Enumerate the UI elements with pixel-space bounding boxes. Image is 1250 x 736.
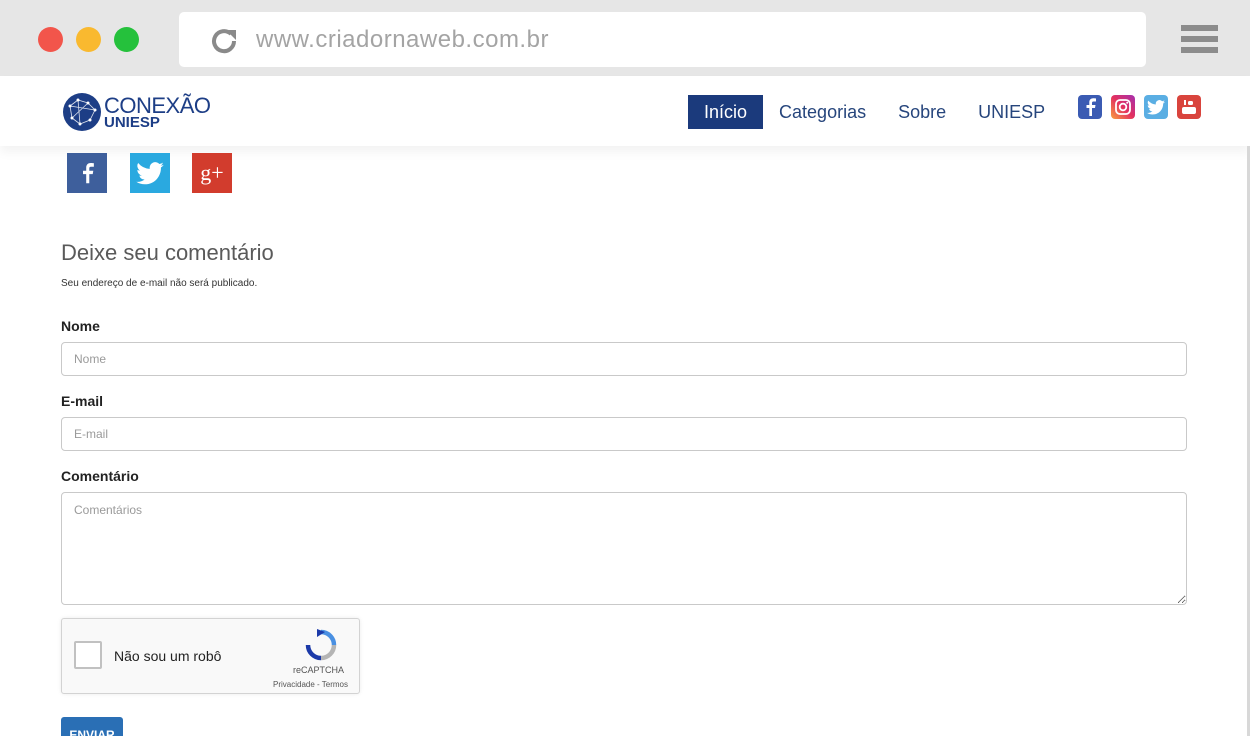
- comment-label: Comentário: [61, 468, 139, 484]
- main-nav: Início Categorias Sobre UNIESP: [688, 95, 1061, 129]
- reload-icon[interactable]: [209, 26, 239, 54]
- nav-item-categorias[interactable]: Categorias: [763, 95, 882, 129]
- facebook-share-icon[interactable]: [67, 153, 107, 193]
- form-note: Seu endereço de e-mail não será publicad…: [61, 278, 258, 289]
- email-input[interactable]: [61, 417, 1187, 451]
- nav-item-sobre[interactable]: Sobre: [882, 95, 962, 129]
- recaptcha-widget: Não sou um robô reCAPTCHA Privacidade - …: [61, 618, 360, 694]
- window-minimize-button[interactable]: [76, 27, 101, 52]
- site-header: CONEXÃO UNIESP Início Categorias Sobre U…: [0, 76, 1250, 146]
- recaptcha-brand: reCAPTCHA: [293, 665, 345, 675]
- submit-button[interactable]: ENVIAR: [61, 717, 123, 736]
- logo-subtitle[interactable]: UNIESP: [104, 114, 160, 131]
- comment-textarea[interactable]: [61, 492, 1187, 605]
- recaptcha-links[interactable]: Privacidade - Termos: [273, 680, 348, 689]
- recaptcha-logo-icon: [305, 629, 337, 661]
- name-input[interactable]: [61, 342, 1187, 376]
- twitter-share-icon[interactable]: [130, 153, 170, 193]
- window-close-button[interactable]: [38, 27, 63, 52]
- globe-logo-icon[interactable]: [62, 92, 102, 132]
- address-bar[interactable]: www.criadornaweb.com.br: [179, 12, 1146, 67]
- social-links: [1078, 95, 1201, 119]
- browser-menu-icon[interactable]: [1181, 25, 1218, 54]
- browser-chrome: www.criadornaweb.com.br: [0, 0, 1250, 76]
- name-label: Nome: [61, 318, 100, 334]
- nav-item-uniesp[interactable]: UNIESP: [962, 95, 1061, 129]
- recaptcha-label: Não sou um robô: [114, 648, 222, 664]
- form-title: Deixe seu comentário: [61, 240, 274, 265]
- nav-item-inicio[interactable]: Início: [688, 95, 764, 129]
- url-text[interactable]: www.criadornaweb.com.br: [256, 26, 549, 54]
- facebook-icon[interactable]: [1078, 95, 1102, 119]
- email-label: E-mail: [61, 393, 104, 409]
- recaptcha-checkbox[interactable]: [74, 641, 102, 669]
- instagram-icon[interactable]: [1111, 95, 1135, 119]
- twitter-icon[interactable]: [1144, 95, 1168, 119]
- youtube-icon[interactable]: [1177, 95, 1201, 119]
- google-plus-share-icon[interactable]: g+: [192, 153, 232, 193]
- window-maximize-button[interactable]: [114, 27, 139, 52]
